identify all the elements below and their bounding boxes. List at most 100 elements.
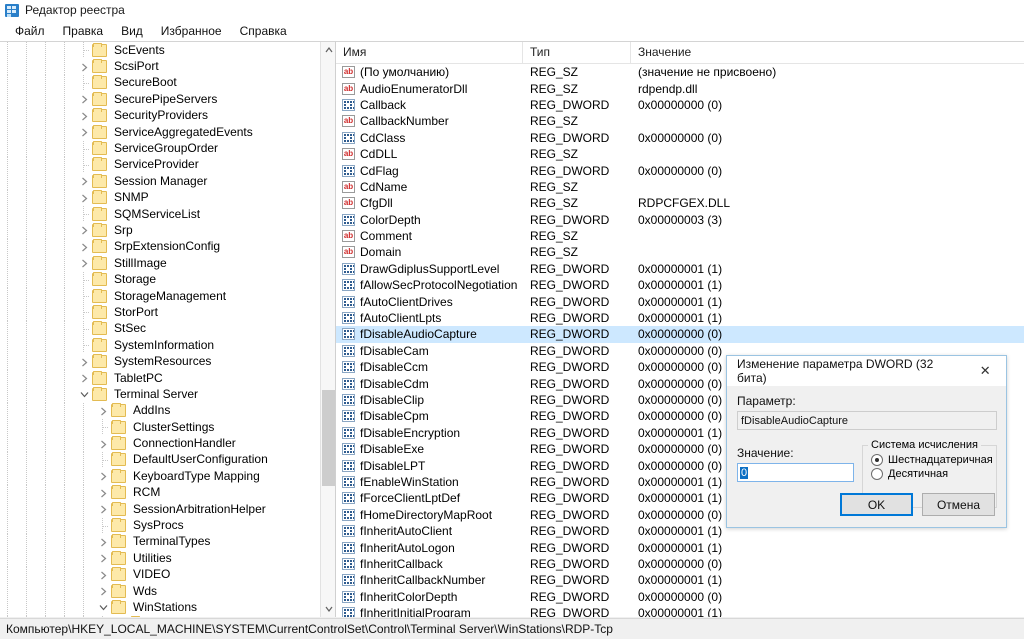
tree-item-srp[interactable]: Srp [0,222,320,239]
table-row[interactable]: ab CallbackNumber REG_SZ [336,113,1024,129]
chevron-right-icon[interactable] [76,190,92,206]
table-row[interactable]: fAllowSecProtocolNegotiation REG_DWORD 0x0… [336,277,1024,293]
tree-item-console[interactable]: Console [0,615,320,617]
values-list[interactable]: ab (По умолчанию) REG_SZ (значение не присв… [336,64,1024,617]
tree-item-session-manager[interactable]: Session Manager [0,173,320,190]
chevron-right-icon[interactable] [76,354,92,370]
table-row[interactable]: ab (По умолчанию) REG_SZ (значение не присв… [336,64,1024,80]
table-row[interactable]: fInheritColorDepth REG_DWORD 0x00000000 (0… [336,589,1024,605]
tree-item-securepipeservers[interactable]: SecurePipeServers [0,91,320,108]
table-row[interactable]: ab Comment REG_SZ [336,228,1024,244]
chevron-right-icon[interactable] [95,485,111,501]
column-header-name[interactable]: Имя [336,42,523,64]
menu-favorites[interactable]: Избранное [152,22,231,40]
table-row[interactable]: fInheritCallback REG_DWORD 0x00000000 (0) [336,556,1024,572]
chevron-right-icon[interactable] [95,436,111,452]
registry-values-panel[interactable]: Имя Тип Значение ab (По умолчанию) REG_SZ (… [336,41,1024,617]
table-row[interactable]: fInheritCallbackNumber REG_DWORD 0x0000000… [336,572,1024,588]
chevron-right-icon[interactable] [76,239,92,255]
tree-item-addins[interactable]: AddIns [0,402,320,419]
chevron-right-icon[interactable] [95,567,111,583]
value-input[interactable]: 0 [737,463,854,482]
table-row[interactable]: ab CfgDll REG_SZ RDPCFGEX.DLL [336,195,1024,211]
tree-item-connectionhandler[interactable]: ConnectionHandler [0,435,320,452]
tree-item-winstations[interactable]: WinStations [0,599,320,616]
tree-item-securityproviders[interactable]: SecurityProviders [0,107,320,124]
chevron-right-icon[interactable] [76,59,92,75]
tree-scroll-thumb[interactable] [322,390,335,486]
tree-item-serviceprovider[interactable]: ServiceProvider [0,156,320,174]
tree-item-scevents[interactable]: ScEvents [0,42,320,59]
radio-hexadecimal[interactable]: Шестнадцатеричная [871,454,993,466]
ok-button[interactable]: OK [840,493,913,516]
tree-item-tabletpc[interactable]: TabletPC [0,369,320,387]
tree-item-video[interactable]: VIDEO [0,566,320,583]
chevron-right-icon[interactable] [95,403,111,419]
tree-item-servicegrouporder[interactable]: ServiceGroupOrder [0,140,320,157]
table-row[interactable]: DrawGdiplusSupportLevel REG_DWORD 0x000000… [336,261,1024,277]
chevron-right-icon[interactable] [95,468,111,484]
cancel-button[interactable]: Отмена [922,493,995,516]
tree-item-srpextensionconfig[interactable]: SrpExtensionConfig [0,238,320,256]
tree-item-stillimage[interactable]: StillImage [0,255,320,272]
tree-item-storport[interactable]: StorPort [0,304,320,321]
chevron-right-icon[interactable] [76,124,92,140]
table-row[interactable]: ab CdName REG_SZ [336,179,1024,195]
tree-item-snmp[interactable]: SNMP [0,189,320,206]
menu-help[interactable]: Справка [231,22,296,40]
radio-decimal[interactable]: Десятичная [871,468,990,480]
table-row[interactable]: ColorDepth REG_DWORD 0x00000003 (3) [336,212,1024,228]
tree-item-storage[interactable]: Storage [0,271,320,288]
tree-item-rcm[interactable]: RCM [0,484,320,501]
chevron-right-icon[interactable] [95,534,111,550]
chevron-right-icon[interactable] [76,255,92,271]
table-row[interactable]: fDisableAudioCapture REG_DWORD 0x00000000 … [336,326,1024,343]
tree-item-wds[interactable]: Wds [0,582,320,600]
chevron-right-icon[interactable] [95,550,111,566]
tree-item-secureboot[interactable]: SecureBoot [0,74,320,92]
tree-item-stsec[interactable]: StSec [0,320,320,338]
menu-edit[interactable]: Правка [54,22,113,40]
table-row[interactable]: fInheritInitialProgram REG_DWORD 0x0000000… [336,605,1024,617]
tree-item-sysprocs[interactable]: SysProcs [0,517,320,534]
tree-item-sessionarbitrationhelper[interactable]: SessionArbitrationHelper [0,500,320,518]
chevron-right-icon[interactable] [76,370,92,386]
tree-item-systeminformation[interactable]: SystemInformation [0,337,320,354]
tree-item-utilities[interactable]: Utilities [0,550,320,567]
chevron-right-icon[interactable] [76,108,92,124]
tree-item-defaultuserconfiguration[interactable]: DefaultUserConfiguration [0,451,320,469]
tree-item-terminaltypes[interactable]: TerminalTypes [0,533,320,551]
column-header-type[interactable]: Тип [523,42,631,64]
tree-item-systemresources[interactable]: SystemResources [0,353,320,370]
registry-tree[interactable]: ScEvents ScsiPort SecureBoot SecurePipeServ… [0,42,320,617]
radio-decimal-icon[interactable] [871,468,883,480]
chevron-down-icon[interactable] [95,599,111,615]
registry-tree-panel[interactable]: ScEvents ScsiPort SecureBoot SecurePipeServ… [0,41,336,617]
tree-item-scsiport[interactable]: ScsiPort [0,58,320,75]
chevron-right-icon[interactable] [76,222,92,238]
table-row[interactable]: fInheritAutoLogon REG_DWORD 0x00000001 (1) [336,539,1024,555]
close-icon[interactable]: ✕ [964,357,1006,386]
table-row[interactable]: ab CdDLL REG_SZ [336,146,1024,162]
chevron-right-icon[interactable] [114,616,130,617]
table-row[interactable]: ab Domain REG_SZ [336,244,1024,260]
tree-scroll-down-button[interactable] [321,601,335,617]
column-header-value[interactable]: Значение [631,42,1023,64]
table-row[interactable]: CdClass REG_DWORD 0x00000000 (0) [336,130,1024,146]
chevron-right-icon[interactable] [95,583,111,599]
tree-item-clustersettings[interactable]: ClusterSettings [0,418,320,436]
table-row[interactable]: fAutoClientLpts REG_DWORD 0x00000001 (1) [336,310,1024,326]
menu-file[interactable]: Файл [6,22,54,40]
chevron-right-icon[interactable] [95,501,111,517]
chevron-right-icon[interactable] [76,91,92,107]
chevron-right-icon[interactable] [76,173,92,189]
tree-item-terminal-server[interactable]: Terminal Server [0,386,320,403]
tree-item-serviceaggregatedevents[interactable]: ServiceAggregatedEvents [0,123,320,141]
table-row[interactable]: CdFlag REG_DWORD 0x00000000 (0) [336,162,1024,178]
chevron-down-icon[interactable] [76,386,92,402]
table-row[interactable]: Callback REG_DWORD 0x00000000 (0) [336,97,1024,113]
tree-item-storagemanagement[interactable]: StorageManagement [0,287,320,305]
tree-scrollbar[interactable] [320,42,335,617]
tree-item-keyboardtype-mapping[interactable]: KeyboardType Mapping [0,468,320,485]
radio-hexadecimal-icon[interactable] [871,454,883,466]
